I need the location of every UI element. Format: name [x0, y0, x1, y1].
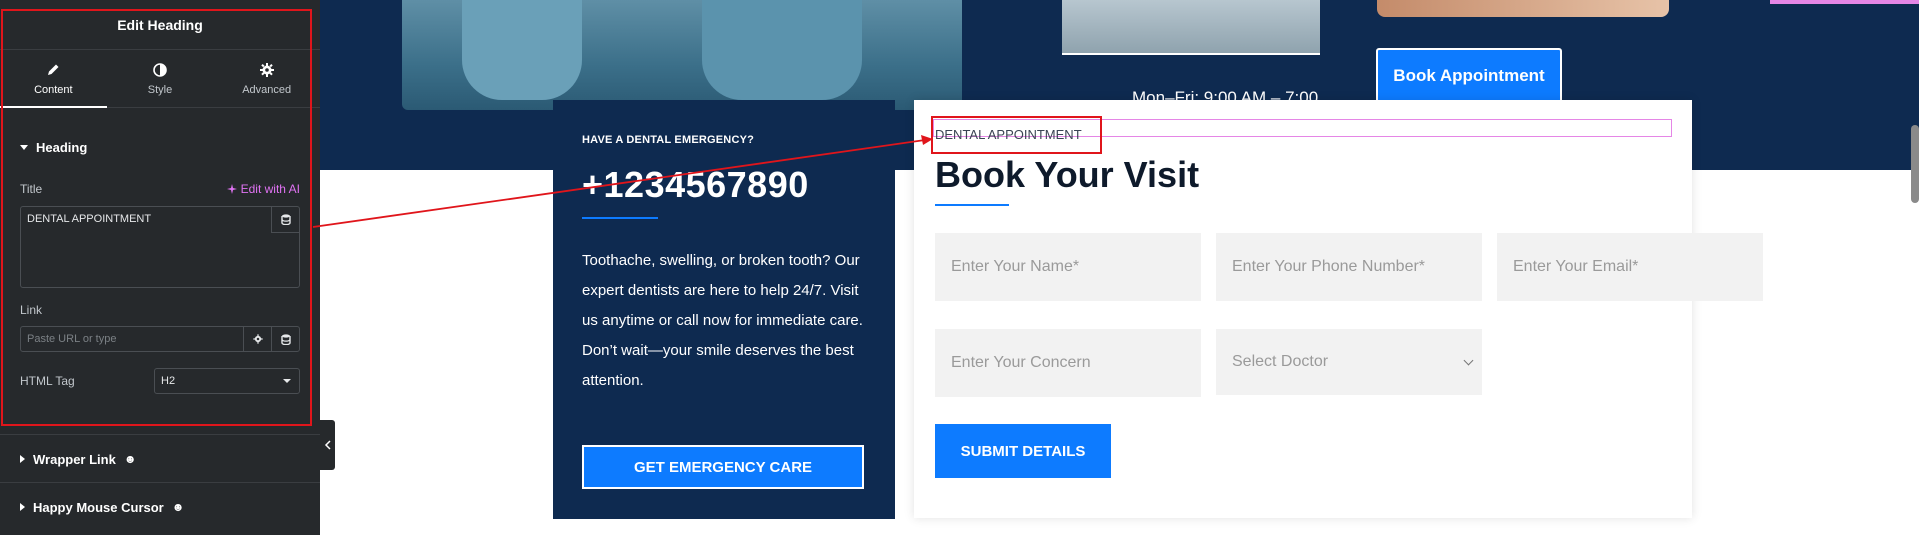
edit-with-ai-link[interactable]: Edit with AI [226, 182, 300, 196]
doctor-coat-right [702, 0, 862, 100]
emergency-phone[interactable]: +1234567890 [582, 164, 809, 206]
submit-details-button[interactable]: SUBMIT DETAILS [935, 424, 1111, 478]
caret-down-icon [20, 144, 28, 150]
title-label: Title [20, 182, 43, 196]
html-tag-label: HTML Tag [20, 374, 75, 388]
tab-advanced[interactable]: Advanced [213, 50, 320, 107]
appointment-form-card: DENTAL APPOINTMENT Book Your Visit Enter… [914, 100, 1763, 518]
get-emergency-care-button[interactable]: GET EMERGENCY CARE [582, 445, 864, 489]
emergency-text: Toothache, swelling, or broken tooth? Ou… [582, 246, 870, 396]
form-title-divider [935, 204, 1009, 206]
dental-tools-photo [1377, 0, 1669, 17]
link-input[interactable] [21, 327, 243, 351]
gear-icon [259, 62, 274, 77]
link-options-button[interactable] [243, 327, 271, 351]
title-control-row: Title Edit with AI [0, 181, 320, 197]
doctor-select[interactable]: Select Doctor [1216, 329, 1482, 395]
doctors-photo [402, 0, 962, 110]
tab-style-label: Style [147, 83, 173, 96]
top-highlight-strip [1770, 0, 1919, 4]
panel-collapse-button[interactable] [320, 420, 335, 470]
emergency-kicker: HAVE A DENTAL EMERGENCY? [582, 134, 755, 146]
heading-section-toggle[interactable]: Heading [0, 122, 320, 172]
wrapper-link-label: Wrapper Link [33, 451, 116, 467]
phone-field[interactable]: Enter Your Phone Number* [1216, 233, 1482, 301]
tab-advanced-label: Advanced [242, 83, 292, 96]
tab-style[interactable]: Style [107, 50, 214, 107]
doctor-coat-left [462, 0, 582, 100]
caret-down-icon [283, 379, 291, 383]
title-textarea[interactable]: DENTAL APPOINTMENT [21, 207, 299, 287]
link-dynamic-tags-button[interactable] [271, 327, 299, 351]
editor-screen: Mon–Fri: 9:00 AM – 7:00 Book Appointment… [0, 0, 1919, 535]
tab-content-label: Content [34, 83, 73, 96]
caret-right-icon [20, 503, 25, 511]
link-control [20, 326, 300, 352]
form-title: Book Your Visit [935, 154, 1200, 195]
database-icon [280, 214, 291, 225]
chevron-left-icon [324, 440, 331, 450]
clinic-photo [1062, 0, 1320, 55]
link-label: Link [20, 303, 43, 317]
page-scrollbar[interactable] [1911, 125, 1919, 203]
wrapper-link-section-toggle[interactable]: Wrapper Link ☻ [0, 434, 320, 484]
panel-title: Edit Heading [0, 0, 320, 50]
email-field[interactable]: Enter Your Email* [1497, 233, 1763, 301]
concern-field[interactable]: Enter Your Concern [935, 329, 1201, 397]
book-appointment-button[interactable]: Book Appointment [1376, 48, 1562, 103]
title-textarea-wrap: DENTAL APPOINTMENT [20, 206, 300, 288]
html-tag-select[interactable]: H2 [154, 368, 300, 394]
emergency-text-line-2: Don’t wait—your smile deserves the best … [582, 342, 854, 389]
happy-mouse-section-toggle[interactable]: Happy Mouse Cursor ☻ [0, 482, 320, 532]
annotation-box [931, 116, 1102, 154]
html-tag-value: H2 [161, 375, 176, 387]
editor-panel: Edit Heading Content Style Advanced Head… [0, 0, 320, 535]
happy-addons-icon: ☻ [171, 500, 185, 514]
emergency-text-line-1: Toothache, swelling, or broken tooth? Ou… [582, 252, 863, 329]
heading-section-label: Heading [36, 139, 88, 155]
database-icon [280, 333, 291, 345]
edit-with-ai-label: Edit with AI [240, 182, 300, 196]
sparkle-icon [226, 184, 237, 194]
panel-tabs: Content Style Advanced [0, 50, 320, 108]
caret-right-icon [20, 455, 25, 463]
pencil-icon [48, 64, 59, 75]
name-field[interactable]: Enter Your Name* [935, 233, 1201, 301]
tab-content[interactable]: Content [0, 50, 107, 108]
happy-mouse-label: Happy Mouse Cursor [33, 499, 164, 515]
doctor-select-value: Select Doctor [1232, 353, 1329, 370]
chevron-down-icon [1463, 355, 1474, 365]
emergency-card: HAVE A DENTAL EMERGENCY? +1234567890 Too… [553, 100, 895, 519]
gear-icon [252, 334, 263, 344]
half-circle-icon [153, 62, 167, 77]
emergency-divider [582, 217, 658, 219]
happy-addons-icon: ☻ [123, 452, 137, 466]
dynamic-tags-button[interactable] [271, 207, 299, 233]
